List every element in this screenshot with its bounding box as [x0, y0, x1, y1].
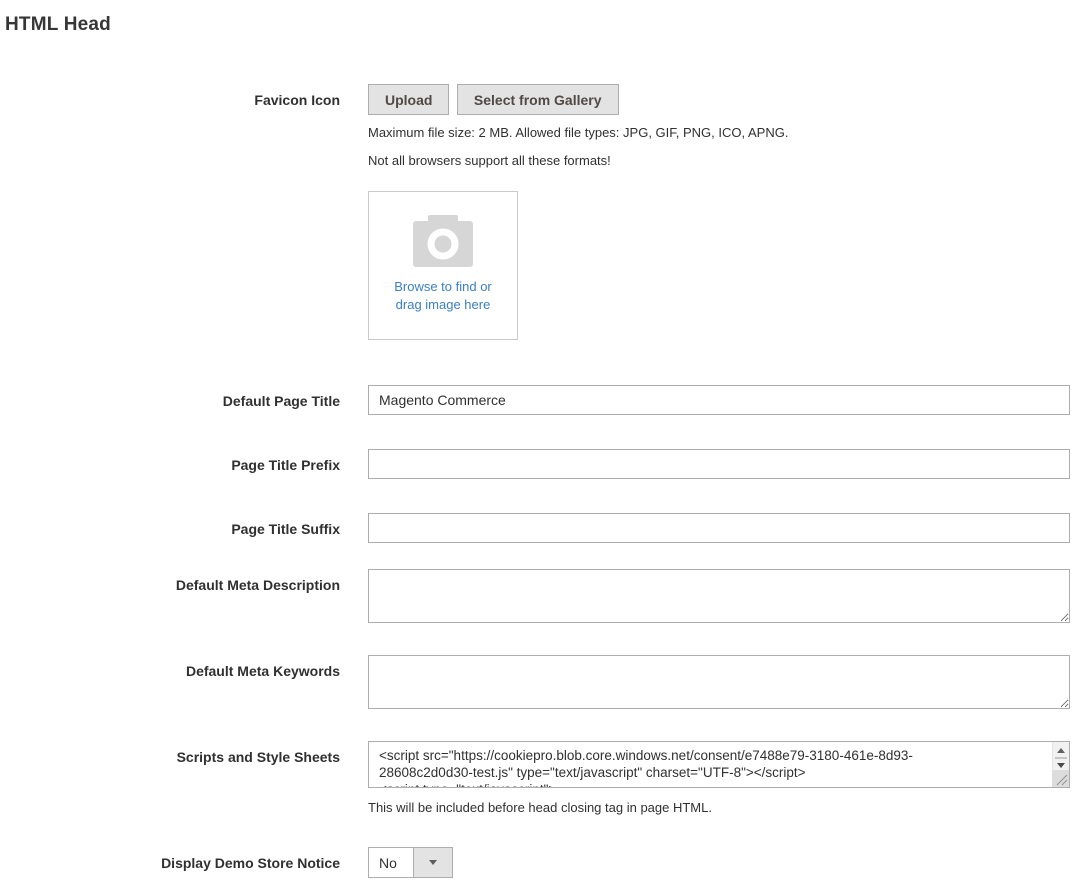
favicon-icon-row: Favicon Icon Upload Select from Gallery … [5, 84, 1070, 340]
scrollbar-thumb[interactable] [1055, 757, 1067, 759]
page-title-prefix-input[interactable] [368, 449, 1070, 479]
scripts-scrollbar[interactable] [1052, 742, 1069, 770]
chevron-down-icon [429, 860, 437, 865]
default-page-title-label: Default Page Title [5, 385, 368, 415]
browser-support-note: Not all browsers support all these forma… [368, 153, 1070, 168]
favicon-buttons: Upload Select from Gallery [368, 84, 1070, 115]
default-meta-keywords-label: Default Meta Keywords [5, 655, 368, 709]
default-meta-description-row: Default Meta Description [5, 569, 1070, 623]
html-head-settings-page: HTML Head Favicon Icon Upload Select fro… [0, 0, 1082, 878]
demo-store-notice-select[interactable]: No [368, 847, 453, 878]
scripts-label: Scripts and Style Sheets [5, 741, 368, 815]
page-title-suffix-input[interactable] [368, 513, 1070, 543]
html-head-form: Favicon Icon Upload Select from Gallery … [5, 84, 1070, 878]
scrollbar-up-icon[interactable] [1057, 748, 1065, 753]
page-title-prefix-label: Page Title Prefix [5, 449, 368, 479]
favicon-image-dropzone[interactable]: Browse to find or drag image here [368, 191, 518, 340]
select-from-gallery-button[interactable]: Select from Gallery [457, 84, 619, 115]
max-file-size-note: Maximum file size: 2 MB. Allowed file ty… [368, 125, 1070, 140]
page-title: HTML Head [5, 13, 1070, 36]
default-meta-keywords-row: Default Meta Keywords [5, 655, 1070, 709]
default-page-title-row: Default Page Title [5, 385, 1070, 415]
select-arrow-box[interactable] [413, 848, 452, 877]
favicon-icon-label: Favicon Icon [5, 84, 368, 340]
demo-store-notice-row: Display Demo Store Notice No [5, 847, 1070, 878]
demo-store-notice-label: Display Demo Store Notice [5, 847, 368, 878]
scripts-textarea[interactable]: <script src="https://cookiepro.blob.core… [368, 741, 1070, 788]
demo-store-notice-value: No [369, 848, 413, 877]
page-title-prefix-row: Page Title Prefix [5, 449, 1070, 479]
scripts-content: <script src="https://cookiepro.blob.core… [369, 742, 1069, 788]
page-title-suffix-row: Page Title Suffix [5, 513, 1070, 543]
upload-button[interactable]: Upload [368, 84, 449, 115]
default-meta-description-label: Default Meta Description [5, 569, 368, 623]
resize-grip-icon[interactable] [1052, 770, 1069, 787]
default-meta-description-textarea[interactable] [368, 569, 1070, 623]
camera-icon [413, 215, 473, 267]
browse-to-find-link[interactable]: Browse to find or drag image here [369, 278, 517, 313]
page-title-suffix-label: Page Title Suffix [5, 513, 368, 543]
scripts-row: Scripts and Style Sheets <script src="ht… [5, 741, 1070, 815]
scrollbar-down-icon[interactable] [1057, 763, 1065, 768]
default-meta-keywords-textarea[interactable] [368, 655, 1070, 709]
scripts-note: This will be included before head closin… [368, 800, 1070, 815]
default-page-title-input[interactable] [368, 385, 1070, 415]
